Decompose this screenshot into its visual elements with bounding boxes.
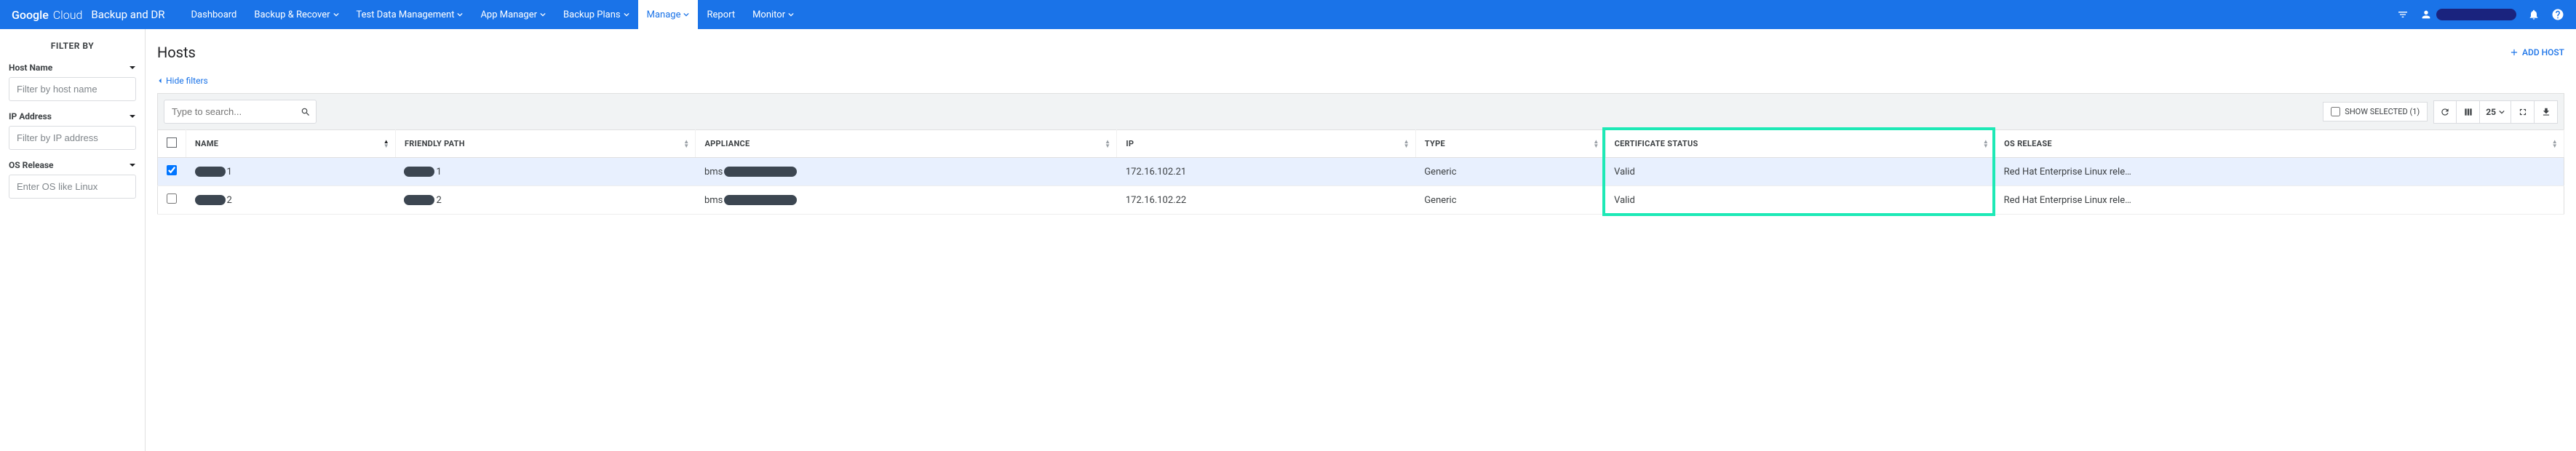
bell-icon[interactable] xyxy=(2528,9,2540,20)
search-box xyxy=(164,100,317,124)
refresh-button[interactable] xyxy=(2433,100,2457,124)
cell-friendly-path: 2 xyxy=(395,186,696,215)
chevron-down-icon xyxy=(457,12,463,17)
sidebar-title: FILTER BY xyxy=(9,41,136,51)
filter-sidebar: FILTER BY Host Name IP Address OS Releas… xyxy=(0,29,146,451)
chevron-down-icon xyxy=(788,12,794,17)
filter-os-release: OS Release xyxy=(9,160,136,199)
show-selected-checkbox[interactable] xyxy=(2331,107,2340,116)
content: Hosts ADD HOST Hide filters SHOW SELECTE… xyxy=(146,29,2576,451)
filter-label-host-name[interactable]: Host Name xyxy=(9,63,136,73)
nav-dashboard[interactable]: Dashboard xyxy=(183,0,246,29)
chevron-down-icon xyxy=(683,12,689,17)
nav-manage[interactable]: Manage xyxy=(638,0,699,29)
table-row[interactable]: 2 2 bms 172.16.102.22 Generic Valid Red … xyxy=(158,186,2564,215)
user-chip[interactable] xyxy=(2420,9,2516,20)
column-name[interactable]: NAME▲▼ xyxy=(186,130,396,158)
topbar: Google Cloud Backup and DR Dashboard Bac… xyxy=(0,0,2576,29)
show-selected-button[interactable]: SHOW SELECTED (1) xyxy=(2323,102,2428,121)
topbar-right xyxy=(2397,8,2564,21)
search-input[interactable] xyxy=(164,100,317,124)
cell-os-release: Red Hat Enterprise Linux release ... xyxy=(1995,158,2564,186)
row-checkbox[interactable] xyxy=(167,193,177,204)
logo-google: Google xyxy=(12,8,49,22)
chevron-down-icon xyxy=(540,12,546,17)
google-cloud-logo[interactable]: Google Cloud xyxy=(12,8,82,22)
chevron-down-icon xyxy=(624,12,629,17)
chevron-down-icon xyxy=(333,12,339,17)
nav-test-data-management[interactable]: Test Data Management xyxy=(348,0,472,29)
refresh-icon xyxy=(2440,107,2450,117)
filter-input-host-name[interactable] xyxy=(9,77,136,101)
nav-report[interactable]: Report xyxy=(698,0,744,29)
cell-ip: 172.16.102.21 xyxy=(1117,158,1415,186)
columns-button[interactable] xyxy=(2457,100,2480,124)
fullscreen-icon xyxy=(2518,107,2528,117)
filter-icon[interactable] xyxy=(2397,9,2409,20)
column-os-release[interactable]: OS RELEASE▲▼ xyxy=(1995,130,2564,158)
nav-monitor[interactable]: Monitor xyxy=(744,0,803,29)
cell-name: 2 xyxy=(186,186,396,215)
cell-cert-status: Valid xyxy=(1605,158,1995,186)
plus-icon xyxy=(2509,47,2519,57)
filter-input-ip-address[interactable] xyxy=(9,126,136,150)
fullscreen-button[interactable] xyxy=(2511,100,2535,124)
page-title: Hosts xyxy=(157,44,196,61)
cell-type: Generic xyxy=(1415,158,1605,186)
filter-host-name: Host Name xyxy=(9,63,136,101)
cell-name: 1 xyxy=(186,158,396,186)
filter-label-ip-address[interactable]: IP Address xyxy=(9,111,136,121)
product-name[interactable]: Backup and DR xyxy=(91,8,164,21)
user-icon xyxy=(2420,9,2432,20)
add-host-button[interactable]: ADD HOST xyxy=(2509,47,2564,57)
header-checkbox-cell xyxy=(158,130,186,158)
filter-input-os-release[interactable] xyxy=(9,175,136,199)
cell-ip: 172.16.102.22 xyxy=(1117,186,1415,215)
download-button[interactable] xyxy=(2535,100,2558,124)
column-ip[interactable]: IP▲▼ xyxy=(1117,130,1415,158)
row-checkbox[interactable] xyxy=(167,165,177,175)
table-toolbar: SHOW SELECTED (1) 25 xyxy=(157,93,2564,129)
filter-ip-address: IP Address xyxy=(9,111,136,150)
column-type[interactable]: TYPE▲▼ xyxy=(1415,130,1605,158)
cell-friendly-path: 1 xyxy=(395,158,696,186)
download-icon xyxy=(2541,107,2551,117)
column-certificate-status[interactable]: CERTIFICATE STATUS▲▼ xyxy=(1605,130,1995,158)
nav-app-manager[interactable]: App Manager xyxy=(472,0,554,29)
logo-cloud: Cloud xyxy=(53,8,83,22)
topbar-nav: Dashboard Backup & Recover Test Data Man… xyxy=(183,0,803,29)
user-redacted xyxy=(2436,9,2516,20)
select-all-checkbox[interactable] xyxy=(167,137,177,148)
cell-appliance: bms xyxy=(696,186,1117,215)
filter-label-os-release[interactable]: OS Release xyxy=(9,160,136,170)
caret-down-icon xyxy=(129,161,136,169)
table-header-row: NAME▲▼ FRIENDLY PATH▲▼ APPLIANCE▲▼ IP▲▼ … xyxy=(158,130,2564,158)
column-friendly-path[interactable]: FRIENDLY PATH▲▼ xyxy=(395,130,696,158)
search-icon[interactable] xyxy=(301,107,311,117)
table-row[interactable]: 1 1 bms 172.16.102.21 Generic Valid Red … xyxy=(158,158,2564,186)
column-appliance[interactable]: APPLIANCE▲▼ xyxy=(696,130,1117,158)
page-size-selector[interactable]: 25 xyxy=(2480,100,2511,124)
caret-left-icon xyxy=(157,78,163,84)
cell-type: Generic xyxy=(1415,186,1605,215)
caret-down-icon xyxy=(129,113,136,120)
hosts-table: NAME▲▼ FRIENDLY PATH▲▼ APPLIANCE▲▼ IP▲▼ … xyxy=(157,129,2564,215)
caret-down-icon xyxy=(129,64,136,71)
help-icon[interactable] xyxy=(2551,8,2564,21)
cell-appliance: bms xyxy=(696,158,1117,186)
hide-filters-link[interactable]: Hide filters xyxy=(157,76,2564,86)
chevron-down-icon xyxy=(2499,109,2505,115)
cell-os-release: Red Hat Enterprise Linux release ... xyxy=(1995,186,2564,215)
nav-backup-recover[interactable]: Backup & Recover xyxy=(245,0,347,29)
nav-backup-plans[interactable]: Backup Plans xyxy=(554,0,638,29)
cell-cert-status: Valid xyxy=(1605,186,1995,215)
columns-icon xyxy=(2463,107,2473,117)
